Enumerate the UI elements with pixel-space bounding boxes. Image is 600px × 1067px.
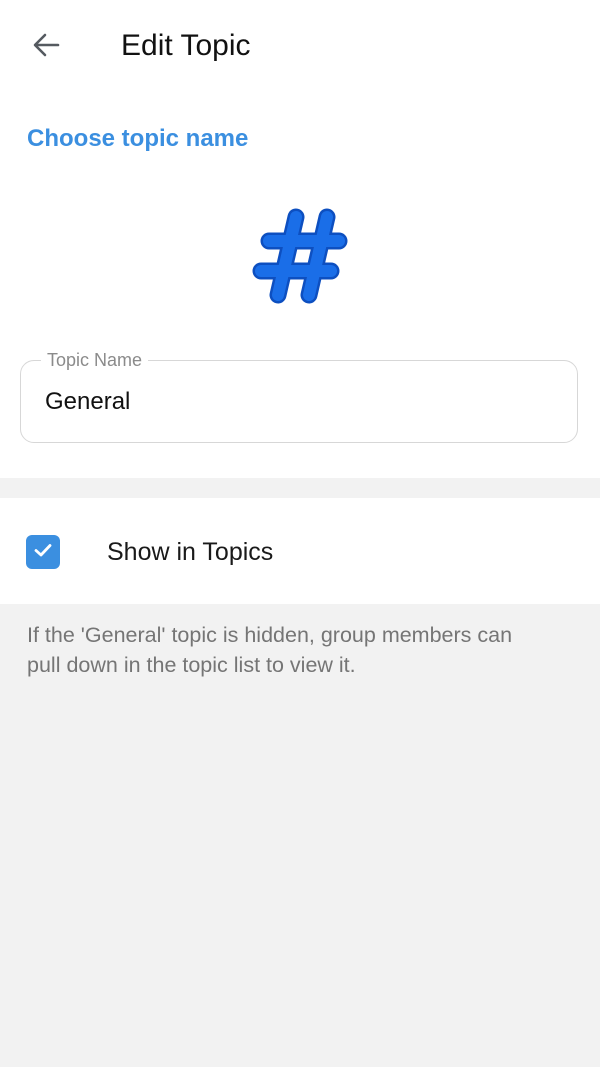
topic-name-label: Topic Name bbox=[41, 348, 149, 372]
arrow-left-icon bbox=[31, 30, 61, 65]
page-title: Edit Topic bbox=[121, 29, 251, 62]
hashtag-icon bbox=[252, 208, 348, 310]
checkmark-icon bbox=[32, 539, 54, 566]
topic-name-field: Topic Name bbox=[20, 348, 578, 443]
topic-icon-picker[interactable] bbox=[252, 206, 348, 306]
topic-name-input[interactable] bbox=[45, 385, 545, 419]
topic-details-section: Edit Topic Choose topic name Topic Name … bbox=[0, 0, 600, 478]
hidden-topic-hint: If the 'General' topic is hidden, group … bbox=[27, 623, 513, 677]
show-in-topics-checkbox[interactable] bbox=[26, 535, 60, 569]
back-button[interactable] bbox=[22, 24, 70, 70]
section-heading: Choose topic name bbox=[27, 125, 249, 152]
show-in-topics-row[interactable]: Show in Topics bbox=[0, 498, 600, 604]
show-in-topics-label: Show in Topics bbox=[107, 538, 274, 566]
app-bar: Edit Topic bbox=[0, 0, 600, 94]
